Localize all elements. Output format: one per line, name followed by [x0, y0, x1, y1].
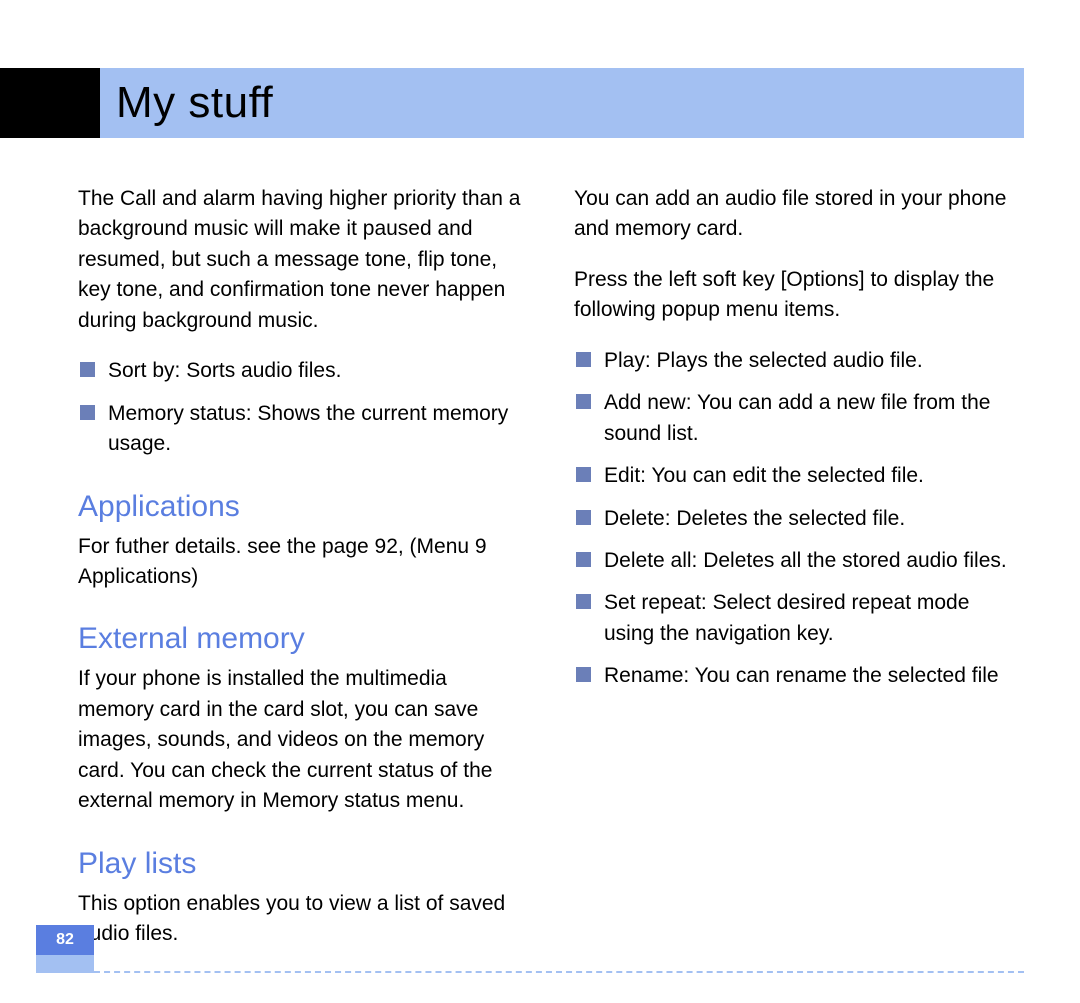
- list-item: Sort by: Sorts audio files.: [78, 356, 524, 386]
- external-memory-body: If your phone is installed the multimedi…: [78, 664, 524, 816]
- page-header: My stuff: [0, 68, 1024, 138]
- list-item: Play: Plays the selected audio file.: [574, 346, 1020, 376]
- left-column: The Call and alarm having higher priorit…: [78, 184, 524, 969]
- right-paragraph-2: Press the left soft key [Options] to dis…: [574, 265, 1020, 326]
- header-blue-block: My stuff: [100, 68, 1024, 138]
- bullet-list-a: Sort by: Sorts audio files. Memory statu…: [78, 356, 524, 459]
- intro-paragraph: The Call and alarm having higher priorit…: [78, 184, 524, 336]
- header-black-block: [0, 68, 100, 138]
- list-item: Delete all: Deletes all the stored audio…: [574, 546, 1020, 576]
- list-item: Delete: Deletes the selected file.: [574, 504, 1020, 534]
- section-heading-external-memory: External memory: [78, 622, 524, 656]
- section-heading-applications: Applications: [78, 490, 524, 524]
- section-heading-play-lists: Play lists: [78, 847, 524, 881]
- list-item: Rename: You can rename the selected file: [574, 661, 1020, 691]
- list-item: Set repeat: Select desired repeat mode u…: [574, 588, 1020, 649]
- page-number: 82: [36, 925, 94, 955]
- content-area: The Call and alarm having higher priorit…: [78, 184, 1020, 969]
- footer-divider: [94, 971, 1024, 973]
- right-column: You can add an audio file stored in your…: [574, 184, 1020, 969]
- list-item: Add new: You can add a new file from the…: [574, 388, 1020, 449]
- options-bullet-list: Play: Plays the selected audio file. Add…: [574, 346, 1020, 692]
- applications-body: For futher details. see the page 92, (Me…: [78, 532, 524, 593]
- list-item: Memory status: Shows the current memory …: [78, 399, 524, 460]
- list-item: Edit: You can edit the selected file.: [574, 461, 1020, 491]
- right-paragraph-1: You can add an audio file stored in your…: [574, 184, 1020, 245]
- page-footer: 82: [36, 925, 1024, 973]
- page-title: My stuff: [116, 78, 273, 128]
- footer-color-bar: [36, 955, 94, 973]
